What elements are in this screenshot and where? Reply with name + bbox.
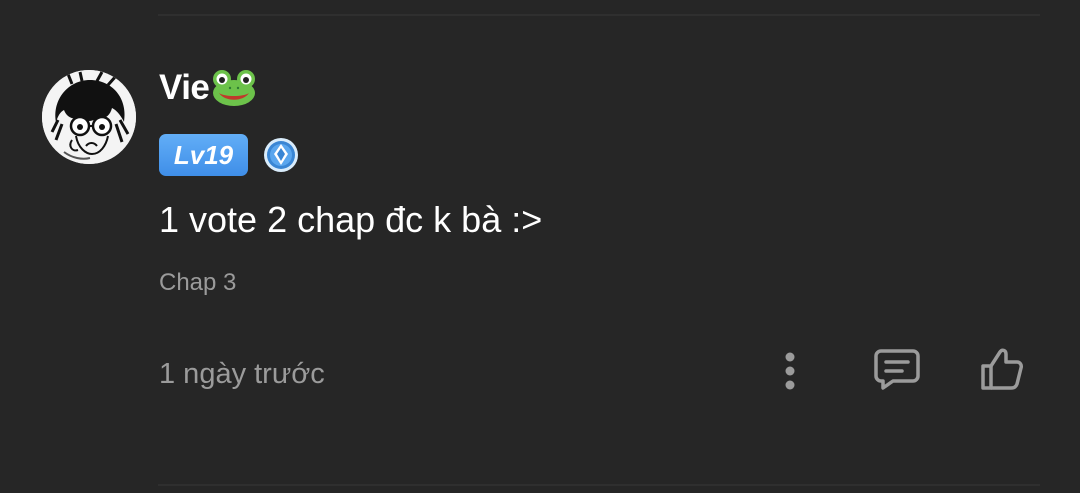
username[interactable]: Vie [159,66,257,110]
top-divider [158,14,1040,16]
like-button[interactable] [976,344,1028,396]
chapter-link[interactable]: Chap 3 [159,268,236,298]
username-text: Vie [159,68,210,107]
comment-icon [874,349,920,390]
reply-button[interactable] [870,344,924,394]
comment-time: 1 ngày trước [159,358,325,390]
bottom-divider [158,484,1040,486]
thumbs-up-icon [981,348,1023,390]
frog-emoji-icon [211,69,257,107]
avatar-image [42,70,136,164]
more-vertical-icon [785,352,795,390]
level-badge: Lv19 [159,134,248,176]
comment-text: 1 vote 2 chap đc k bà :> [159,199,543,240]
avatar[interactable] [42,70,136,164]
blue-crest-icon [264,138,298,172]
more-options-button[interactable] [774,346,806,396]
badges: Lv19 [159,134,299,176]
